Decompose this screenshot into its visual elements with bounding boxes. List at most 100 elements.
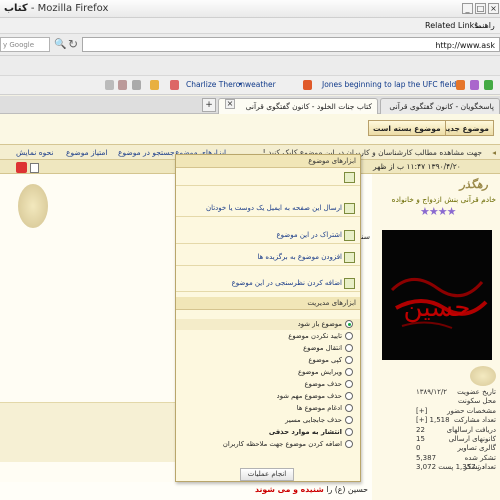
user-title: خادم قرآنی بنش ازدواج و خانواده [391, 195, 496, 204]
radio-selected-icon[interactable] [345, 320, 353, 328]
radio-icon[interactable] [345, 368, 353, 376]
radio-icon[interactable] [345, 404, 353, 412]
toolbar-strip [0, 56, 500, 76]
radio-edit-thread[interactable]: ویرایش موضوع [176, 367, 360, 378]
radio-unapprove-thread[interactable]: تایید نکردن موضوع [176, 331, 360, 342]
search-input[interactable]: y Google [0, 37, 50, 52]
menu-item-help[interactable]: راهنما [475, 21, 495, 30]
bookmark-icon[interactable] [303, 80, 312, 90]
radio-label: تایید نکردن موضوع [288, 332, 342, 340]
rate-thread-menu[interactable]: امتیاز موضوع [66, 148, 108, 157]
favorites-icon [344, 252, 355, 263]
search-thread-menu[interactable]: جستجو در موضوع [118, 148, 175, 157]
display-mode-menu[interactable]: نحوه نمایش [16, 148, 53, 157]
printable-version-item[interactable] [176, 169, 360, 186]
stat-label: محل سکونت [458, 397, 496, 406]
bookmark-icon[interactable] [118, 80, 127, 90]
stat-row: دریافت ارسالهای 22 [372, 426, 500, 435]
tab-pasokhgooyan[interactable]: پاسخگویان - کانون گفتگوی قرآنی [380, 98, 500, 114]
close-window-button[interactable]: × [488, 3, 499, 14]
dropdown-header-thread-tools: ابزارهای موضوع [176, 155, 360, 168]
radio-icon[interactable] [345, 392, 353, 400]
stat-label: تاریخ عضویت [457, 388, 496, 396]
bookmark-weather[interactable]: weather [245, 80, 276, 89]
addon-icon[interactable] [484, 80, 493, 90]
email-page-label: ارسال این صفحه به ایمیل یک دوست یا خودتا… [205, 204, 342, 212]
menu-item-related-links[interactable]: Related Links [425, 21, 478, 30]
radio-label: ادغام موضوع ها [296, 404, 342, 412]
user-stats: تاریخ عضویت ۱۳۸۹/۱۲/۲ محل سکونت مشخصات حض… [372, 388, 500, 473]
subscribe-thread-item[interactable]: اشتراک در این موضوع [176, 227, 360, 244]
stat-value[interactable]: [+] 1,518 [416, 416, 450, 424]
radio-copy-thread[interactable]: کپی موضوع [176, 355, 360, 366]
addon-icon[interactable] [470, 80, 479, 90]
thread-closed-button[interactable]: موضوع بسته است [368, 120, 446, 136]
radio-add-to-user-view[interactable]: اضافه کردن موضوع جهت ملاحظه کاربران [176, 439, 360, 450]
radio-icon[interactable] [345, 440, 353, 448]
radio-label: حذف جابجایی مسیر [285, 416, 342, 424]
radio-label: انتقال موضوع [303, 344, 342, 352]
bookmark-icon[interactable] [150, 80, 159, 90]
reload-icon[interactable]: ↻ [68, 37, 78, 51]
bookmarks-bar: Charlize Theron • weather Jones beginnin… [0, 76, 500, 95]
stat-row: مشخصات حضور [+] [372, 407, 500, 416]
user-info-panel: رهگذر خادم قرآنی بنش ازدواج و خانواده ★★… [372, 174, 500, 500]
window-title-page: کتاب [4, 3, 28, 14]
radio-move-thread[interactable]: انتقال موضوع [176, 343, 360, 354]
maximize-button[interactable]: □ [475, 3, 486, 14]
decorative-ornament-icon [18, 184, 48, 228]
window-title: کتاب - Mozilla Firefox [4, 3, 108, 14]
new-tab-button[interactable]: + [202, 98, 216, 112]
close-tab-icon[interactable]: × [225, 99, 235, 109]
radio-remove-redirect[interactable]: حذف جابجایی مسیر [176, 415, 360, 426]
radio-open-thread[interactable]: موضوع باز شود [176, 319, 360, 331]
firefox-icon[interactable] [456, 80, 465, 90]
window-title-bar: کتاب - Mozilla Firefox _ □ × [0, 0, 500, 18]
radio-stick-thread[interactable]: حذف موضوع مهم شود [176, 391, 360, 402]
avatar-image: حسین [382, 230, 492, 360]
bookmark-charlize-theron[interactable]: Charlize Theron [186, 80, 245, 89]
radio-label: موضوع باز شود [297, 320, 342, 328]
address-bar[interactable]: http://www.ask [82, 37, 500, 52]
heart-icon[interactable] [16, 162, 27, 173]
stat-value: 22 [416, 425, 425, 434]
user-rank-stars: ★★★★ [420, 205, 456, 218]
radio-delete-thread[interactable]: حذف موضوع [176, 379, 360, 390]
bookmark-icon[interactable] [132, 80, 141, 90]
avatar-calligraphy: حسین [404, 293, 471, 323]
tab-jannat-al-kholood[interactable]: کتاب جنات الخلود - کانون گفتگوی قرآنی [218, 98, 378, 114]
radio-icon[interactable] [345, 332, 353, 340]
minimize-button[interactable]: _ [462, 3, 473, 14]
radio-label: انتشار به موارد حذفی [268, 428, 342, 436]
radio-label: کپی موضوع [308, 356, 342, 364]
stat-value: 15 [416, 434, 425, 443]
radio-merge-threads[interactable]: ادغام موضوع ها [176, 403, 360, 414]
radio-icon[interactable] [345, 344, 353, 352]
post-date: ۱۳۹۰/۴/۲۰ ۱۱:۴۷ ب از ظهر [373, 162, 461, 171]
radio-icon[interactable] [345, 416, 353, 424]
bookmark-icon[interactable] [170, 80, 179, 90]
tab-bar: + کتاب جنات الخلود - کانون گفتگوی قرآنی … [0, 96, 500, 114]
bookmark-icon[interactable] [105, 80, 114, 90]
add-poll-item[interactable]: اضافه کردن نظرسنجی در این موضوع [176, 275, 360, 292]
email-page-item[interactable]: ارسال این صفحه به ایمیل یک دوست یا خودتا… [176, 200, 360, 217]
perform-action-button[interactable]: انجام عملیات [240, 468, 294, 481]
bookmark-ufc-news[interactable]: Jones beginning to lap the UFC field [322, 80, 456, 89]
radio-icon[interactable] [345, 380, 353, 388]
post-footer-area [0, 402, 178, 462]
radio-move-to-trash[interactable]: انتشار به موارد حذفی [176, 427, 360, 438]
subscribe-thread-label: اشتراک در این موضوع [276, 231, 343, 239]
add-favorites-item[interactable]: افزودن موضوع به برگزیده ها [176, 249, 360, 266]
post-text-highlight: شنیده و می شوند [254, 485, 324, 494]
radio-icon[interactable] [345, 356, 353, 364]
document-icon[interactable] [30, 163, 39, 173]
stat-row: تعداد مشارکت [+] 1,518 [372, 416, 500, 425]
radio-icon[interactable] [345, 428, 353, 436]
username[interactable]: رهگذر [460, 178, 488, 191]
thread-tools-dropdown: ابزارهای موضوع ارسال این صفحه به ایمیل ی… [175, 154, 361, 482]
stat-value[interactable]: [+] [416, 407, 427, 415]
radio-label: حذف موضوع مهم شود [276, 392, 342, 400]
stat-row: تاریخ عضویت ۱۳۸۹/۱۲/۲ [372, 388, 500, 397]
search-go-icon[interactable]: 🔍 [54, 39, 66, 50]
new-thread-button[interactable]: موضوع جدید [438, 120, 494, 136]
